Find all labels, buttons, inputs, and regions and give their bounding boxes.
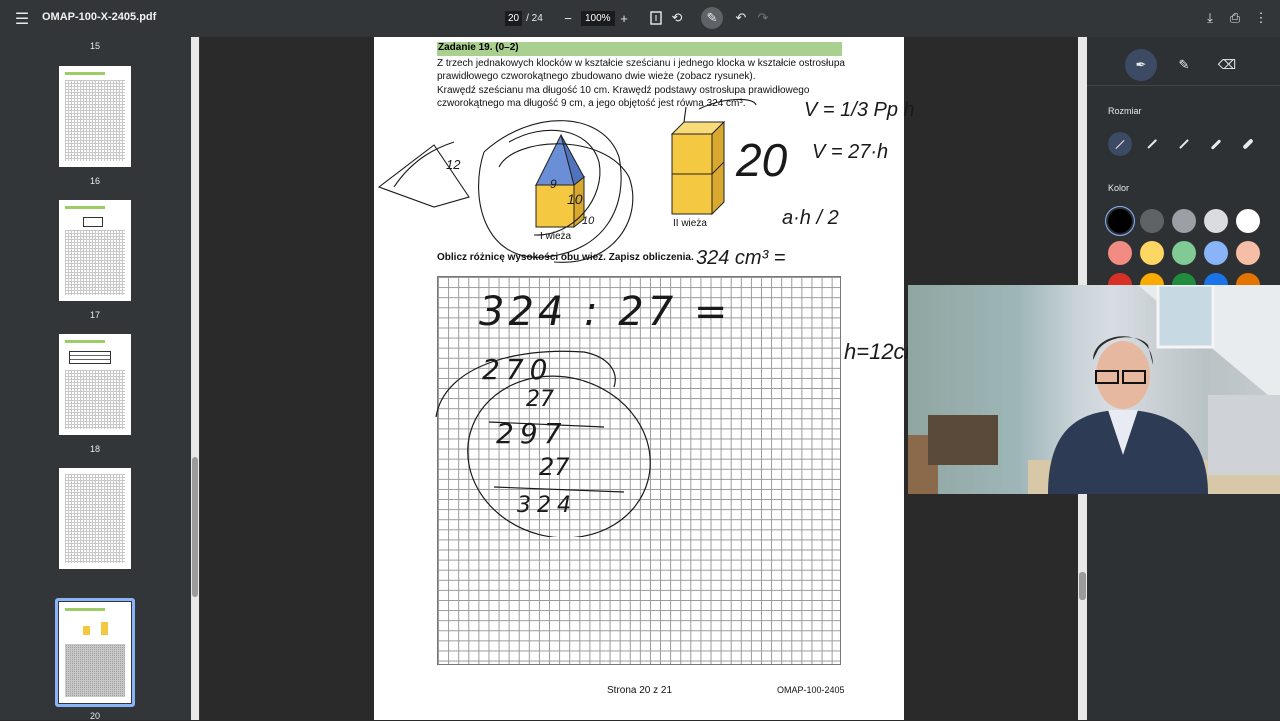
tower-2-label: II wieża xyxy=(673,218,707,229)
annotate-icon[interactable]: ✎ xyxy=(701,7,723,29)
zoom-input[interactable]: 100% xyxy=(581,11,615,26)
thumbnail-sidebar: 15 16 17 18 20 xyxy=(0,37,200,721)
color-swatch[interactable] xyxy=(1140,209,1164,233)
menu-icon[interactable]: ☰ xyxy=(12,9,32,29)
hw-side-9: 9 xyxy=(550,177,557,191)
toolbar: ☰ OMAP-100-X-2405.pdf 20 / 24 − 100% + ⟲… xyxy=(0,0,1280,37)
color-swatch[interactable] xyxy=(1236,209,1260,233)
question-text: Oblicz różnicę wysokości obu wież. Zapis… xyxy=(437,252,694,263)
thumbnail-page[interactable] xyxy=(59,468,131,569)
redo-icon[interactable]: ↷ xyxy=(754,9,772,27)
color-swatch[interactable] xyxy=(1108,209,1132,233)
thumbnail-page[interactable] xyxy=(59,66,131,167)
hw-side-10: 10 xyxy=(567,191,583,207)
color-swatch[interactable] xyxy=(1172,241,1196,265)
size-option-1[interactable] xyxy=(1108,132,1132,156)
hw-div4: 27 xyxy=(539,453,570,481)
zoom-in-icon[interactable]: + xyxy=(615,9,633,27)
rotate-icon[interactable]: ⟲ xyxy=(668,9,686,27)
webcam-overlay xyxy=(908,285,1280,494)
hw-formula1: V = 1/3 Pp h xyxy=(804,99,915,121)
thumbnail-label: 17 xyxy=(89,310,100,320)
hw-formula2: V = 27·h xyxy=(812,141,889,163)
highlighter-icon[interactable]: ✎ xyxy=(1168,49,1200,81)
footer-code: OMAP-100-2405 xyxy=(777,685,845,695)
hw-frac: a·h / 2 xyxy=(782,207,839,229)
color-label: Kolor xyxy=(1108,183,1130,193)
footer-page: Strona 20 z 21 xyxy=(607,685,673,696)
undo-icon[interactable]: ↶ xyxy=(732,9,750,27)
hw-side-12: 12 xyxy=(446,157,461,172)
tower-1-label: I wieża xyxy=(540,231,572,242)
color-swatch[interactable] xyxy=(1204,241,1228,265)
document-title: OMAP-100-X-2405.pdf xyxy=(42,11,157,23)
size-option-5[interactable] xyxy=(1236,132,1260,156)
color-swatch[interactable] xyxy=(1204,209,1228,233)
thumbnail-label: 15 xyxy=(89,41,100,51)
hw-volume: 324 cm³ = xyxy=(696,247,786,269)
download-icon[interactable]: ⤓ xyxy=(1201,9,1219,27)
color-swatch[interactable] xyxy=(1108,241,1132,265)
fit-page-icon[interactable] xyxy=(647,9,665,27)
hw-div5: 324 xyxy=(517,493,577,518)
thumbnail-label: 18 xyxy=(89,444,100,454)
color-swatch[interactable] xyxy=(1236,241,1260,265)
thumbnail-page-current[interactable] xyxy=(59,602,131,703)
sidebar-scrollbar[interactable] xyxy=(191,37,199,720)
hw-div1: 270 xyxy=(482,353,554,386)
hw-div3: 297 xyxy=(496,417,568,450)
zoom-out-icon[interactable]: − xyxy=(559,9,577,27)
more-icon[interactable]: ⋮ xyxy=(1252,9,1270,27)
thumbnail-page[interactable] xyxy=(59,334,131,435)
hw-calc: 324 : 27 = xyxy=(479,289,732,335)
color-swatch[interactable] xyxy=(1140,241,1164,265)
color-swatch[interactable] xyxy=(1172,209,1196,233)
pen-icon[interactable]: ✒ xyxy=(1125,49,1157,81)
print-icon[interactable]: ⎙ xyxy=(1226,9,1244,27)
page-control: 20 / 24 xyxy=(505,11,543,26)
size-option-2[interactable] xyxy=(1140,132,1164,156)
thumbnail-label: 16 xyxy=(89,176,100,186)
page-total: / 24 xyxy=(526,13,543,24)
hw-side-10b: 10 xyxy=(582,215,595,227)
size-label: Rozmiar xyxy=(1108,106,1142,116)
hw-div2: 27 xyxy=(526,387,554,412)
hw-big-20: 20 xyxy=(736,134,788,186)
page-number-input[interactable]: 20 xyxy=(505,11,523,26)
size-option-4[interactable] xyxy=(1204,132,1228,156)
pdf-page: Zadanie 19. (0–2) Z trzech jednakowych k… xyxy=(374,37,923,720)
eraser-icon[interactable]: ⌫ xyxy=(1211,49,1243,81)
divider xyxy=(1087,85,1280,86)
thumbnail-page[interactable] xyxy=(59,200,131,301)
size-option-3[interactable] xyxy=(1172,132,1196,156)
